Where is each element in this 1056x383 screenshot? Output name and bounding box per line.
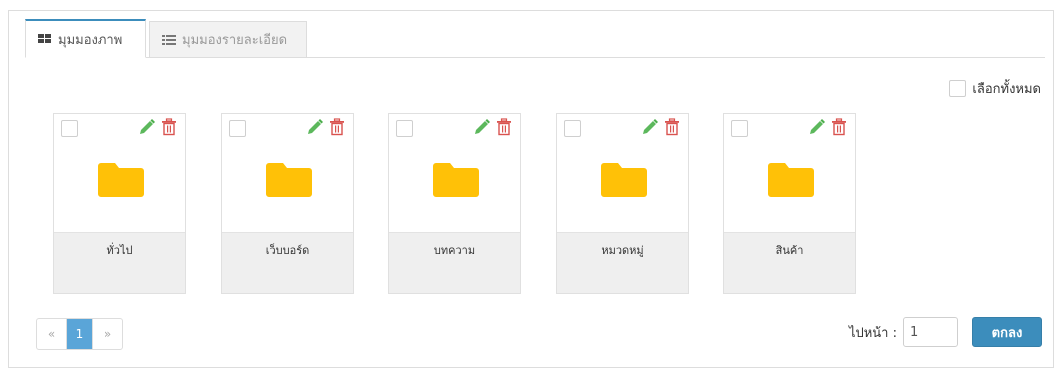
folder-label: สินค้า: [775, 244, 804, 257]
folder-icon: [768, 163, 814, 197]
folder-label-area: บทความ: [389, 232, 520, 293]
folder-checkbox[interactable]: [396, 120, 413, 137]
pencil-icon[interactable]: [808, 118, 826, 136]
tab-grid-view[interactable]: มุมมองภาพ: [25, 19, 146, 58]
view-tabs: มุมมองภาพ มุมมองรายละเอียด: [25, 19, 1045, 58]
pencil-icon[interactable]: [641, 118, 659, 136]
tab-detail-label: มุมมองรายละเอียด: [182, 33, 288, 48]
goto-label: ไปหน้า :: [848, 325, 897, 341]
folder-icon: [601, 163, 647, 197]
trash-icon[interactable]: [831, 118, 847, 136]
grid-icon: [38, 34, 52, 44]
trash-icon[interactable]: [496, 118, 512, 136]
folder-card[interactable]: สินค้า: [723, 113, 856, 294]
folder-label-area: เว็บบอร์ด: [222, 232, 353, 293]
folder-label-area: สินค้า: [724, 232, 855, 293]
folder-card[interactable]: บทความ: [388, 113, 521, 294]
prev-page-button[interactable]: «: [37, 319, 66, 349]
next-page-button[interactable]: »: [93, 319, 122, 349]
goto-submit-button[interactable]: ตกลง: [972, 317, 1042, 347]
folder-label: เว็บบอร์ด: [265, 244, 310, 257]
select-all[interactable]: เลือกทั้งหมด: [949, 78, 1041, 99]
current-page-button[interactable]: 1: [66, 319, 93, 349]
pencil-icon[interactable]: [306, 118, 324, 136]
folder-label: ทั่วไป: [106, 244, 133, 257]
folder-card[interactable]: ทั่วไป: [53, 113, 186, 294]
trash-icon[interactable]: [329, 118, 345, 136]
folder-icon: [266, 163, 312, 197]
folder-label: หมวดหมู่: [601, 244, 644, 257]
folder-label: บทความ: [433, 244, 476, 257]
trash-icon[interactable]: [161, 118, 177, 136]
folder-icon: [98, 163, 144, 197]
folder-checkbox[interactable]: [564, 120, 581, 137]
select-all-checkbox[interactable]: [949, 80, 967, 97]
pencil-icon[interactable]: [138, 118, 156, 136]
folder-icon: [433, 163, 479, 197]
folder-card[interactable]: เว็บบอร์ด: [221, 113, 354, 294]
list-icon: [162, 34, 176, 45]
pencil-icon[interactable]: [473, 118, 491, 136]
goto-page-input[interactable]: [903, 317, 958, 347]
folder-card[interactable]: หมวดหมู่: [556, 113, 689, 294]
folder-checkbox[interactable]: [61, 120, 78, 137]
select-all-label: เลือกทั้งหมด: [972, 82, 1041, 97]
pagination: « 1 »: [36, 318, 123, 350]
tab-grid-label: มุมมองภาพ: [58, 32, 123, 48]
folder-label-area: หมวดหมู่: [557, 232, 688, 293]
folder-label-area: ทั่วไป: [54, 232, 185, 293]
goto-page: ไปหน้า : ตกลง: [849, 317, 1042, 347]
tab-detail-view[interactable]: มุมมองรายละเอียด: [149, 21, 307, 57]
trash-icon[interactable]: [664, 118, 680, 136]
folder-checkbox[interactable]: [229, 120, 246, 137]
folder-checkbox[interactable]: [731, 120, 748, 137]
